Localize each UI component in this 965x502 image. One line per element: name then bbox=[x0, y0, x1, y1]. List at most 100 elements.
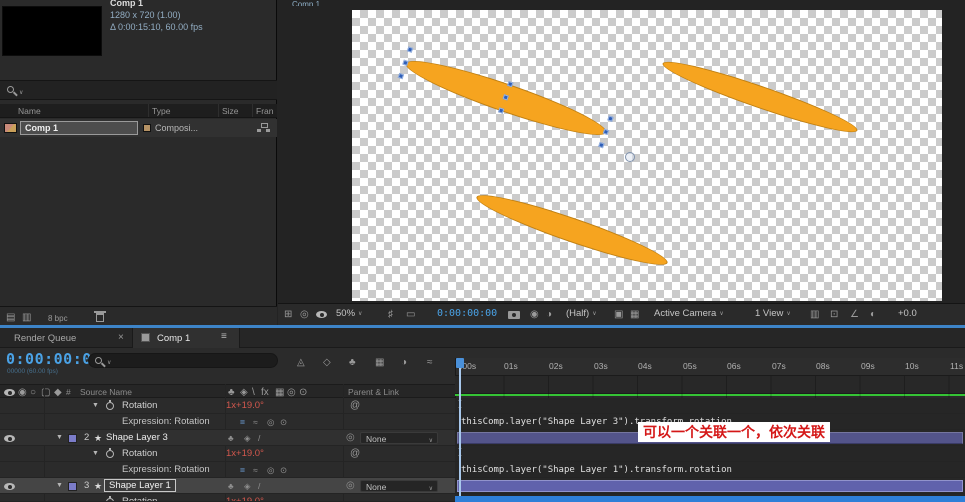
timeline-scrollbar[interactable] bbox=[455, 496, 965, 502]
twirl-icon[interactable]: ▼ bbox=[56, 430, 63, 446]
property-value[interactable]: 1x+19.0° bbox=[226, 398, 264, 414]
track-property-row[interactable]: I bbox=[455, 398, 965, 414]
current-time-indicator-handle[interactable] bbox=[456, 358, 464, 368]
viewer-tab[interactable]: Comp 1 bbox=[292, 0, 328, 6]
exposure-reset-icon[interactable]: ◐ bbox=[870, 310, 876, 320]
safe-zones-icon[interactable]: ♯ bbox=[388, 310, 393, 320]
parent-pickwhip-icon[interactable]: ◎ bbox=[346, 430, 355, 446]
track-layer-bar-row-selected[interactable] bbox=[455, 478, 965, 494]
fast-previews-icon[interactable]: ⊡ bbox=[830, 310, 838, 320]
orange-ellipse-right[interactable] bbox=[659, 53, 861, 141]
project-search-bar[interactable]: ∨ bbox=[0, 80, 277, 100]
guides-icon[interactable]: ▭ bbox=[406, 310, 415, 320]
column-parent-link[interactable]: Parent & Link bbox=[348, 385, 399, 399]
view-layout-select[interactable]: 1 View ∨ bbox=[755, 309, 791, 319]
layer-duration-bar-selected[interactable] bbox=[457, 480, 963, 492]
label-column-icon[interactable]: ◆ bbox=[54, 388, 62, 398]
quality-switch-icon[interactable]: / bbox=[258, 430, 260, 446]
graph-editor-icon[interactable]: ≈ bbox=[427, 358, 433, 368]
zoom-select[interactable]: 50% ∨ bbox=[336, 309, 362, 319]
shy-switch-icon[interactable]: ♣ bbox=[228, 430, 234, 446]
column-divider[interactable] bbox=[252, 104, 253, 117]
solo-column-icon[interactable]: ○ bbox=[30, 388, 36, 398]
expression-language-icon[interactable]: ⊙ bbox=[280, 462, 287, 478]
expression-pickwhip-icon[interactable]: ◎ bbox=[267, 462, 274, 478]
icon-view-icon[interactable]: ▥ bbox=[22, 313, 31, 323]
expression-pickwhip-icon[interactable]: ◎ bbox=[267, 414, 274, 430]
column-frame-rate[interactable]: Fran bbox=[256, 104, 273, 118]
current-time-indicator[interactable] bbox=[459, 358, 461, 502]
column-source-name[interactable]: Source Name bbox=[80, 385, 132, 399]
project-column-headers[interactable]: Name Type Size Fran bbox=[0, 104, 277, 118]
selection-handle[interactable] bbox=[407, 46, 413, 52]
eye-icon[interactable] bbox=[4, 483, 15, 490]
list-view-icon[interactable]: ▤ bbox=[6, 313, 15, 323]
column-type[interactable]: Type bbox=[152, 104, 170, 118]
stopwatch-icon[interactable] bbox=[106, 450, 114, 458]
frame-blend-icon[interactable]: ▦ bbox=[375, 358, 384, 368]
expression-row[interactable]: Expression: Rotation = ≈ ◎ ⊙ bbox=[0, 462, 455, 478]
twirl-icon[interactable]: ▼ bbox=[92, 446, 99, 462]
selection-handle[interactable] bbox=[498, 107, 504, 113]
transparency-grid-icon[interactable]: ▦ bbox=[630, 310, 639, 320]
shape-layer-1-selected-group[interactable] bbox=[401, 50, 611, 145]
expression-row[interactable]: Expression: Rotation = ≈ ◎ ⊙ bbox=[0, 414, 455, 430]
bit-depth-label[interactable]: 8 bpc bbox=[48, 314, 68, 323]
layer-row-shape-layer-3[interactable]: ▼ 2 ★ Shape Layer 3 ♣ ◈ / ◎ None ∨ bbox=[0, 430, 455, 446]
expression-graph-icon[interactable]: ≈ bbox=[253, 462, 258, 478]
selection-handle[interactable] bbox=[598, 142, 604, 148]
lock-column-icon[interactable]: ▢ bbox=[41, 388, 50, 398]
expression-graph-icon[interactable]: ≈ bbox=[253, 414, 258, 430]
expression-enable-icon[interactable]: = bbox=[240, 414, 245, 430]
parent-dropdown[interactable]: None ∨ bbox=[360, 480, 438, 492]
parent-pickwhip-icon[interactable]: ◎ bbox=[346, 478, 355, 494]
flowchart-icon[interactable] bbox=[257, 123, 270, 133]
camera-select[interactable]: Active Camera ∨ bbox=[654, 309, 724, 319]
column-divider[interactable] bbox=[218, 104, 219, 117]
column-divider[interactable] bbox=[148, 104, 149, 117]
track-expression-row[interactable]: thisComp.layer("Shape Layer 1").transfor… bbox=[455, 462, 965, 478]
composition-canvas[interactable] bbox=[352, 10, 942, 301]
region-of-interest-icon[interactable]: ▣ bbox=[614, 310, 623, 320]
timeline-button-icon[interactable]: ∠ bbox=[850, 310, 859, 320]
layer-name-selected[interactable]: Shape Layer 1 bbox=[104, 479, 176, 492]
project-item-name[interactable]: Comp 1 bbox=[20, 121, 138, 135]
trash-icon[interactable] bbox=[96, 313, 104, 322]
stopwatch-icon[interactable] bbox=[106, 402, 114, 410]
track-property-row[interactable]: I bbox=[455, 446, 965, 462]
anchor-point-indicator[interactable] bbox=[625, 152, 635, 162]
twirl-icon[interactable]: ▼ bbox=[92, 398, 99, 414]
menu-icon[interactable]: ≡ bbox=[221, 332, 227, 342]
collapse-switch-icon[interactable]: ◈ bbox=[244, 478, 251, 494]
layer-color-label[interactable] bbox=[68, 434, 77, 443]
view-options-eye-icon[interactable] bbox=[316, 311, 327, 318]
orange-ellipse-bottom[interactable] bbox=[473, 186, 672, 274]
column-size[interactable]: Size bbox=[222, 104, 239, 118]
motion-blur-icon[interactable]: ◑ bbox=[401, 358, 407, 368]
audio-column-icon[interactable]: ◉ bbox=[18, 388, 27, 398]
property-row-rotation[interactable]: ▼ Rotation 1x+19.0° @ bbox=[0, 398, 455, 414]
collapse-switch-icon[interactable]: ◈ bbox=[244, 430, 251, 446]
property-label[interactable]: Rotation bbox=[122, 398, 157, 414]
show-snapshot-icon[interactable]: ◉ bbox=[530, 310, 539, 320]
viewer-timecode[interactable]: 0:00:00:00 bbox=[437, 309, 497, 319]
mask-visibility-icon[interactable]: ◎ bbox=[300, 310, 309, 320]
pixel-aspect-icon[interactable]: ▥ bbox=[810, 310, 819, 320]
expression-text[interactable]: thisComp.layer("Shape Layer 1").transfor… bbox=[461, 465, 732, 475]
exposure-value[interactable]: +0.0 bbox=[898, 309, 917, 319]
property-row-rotation-partial[interactable]: Rotation 1x+19.0° bbox=[0, 494, 455, 502]
mini-flowchart-icon[interactable]: ◬ bbox=[297, 358, 305, 368]
selection-handle[interactable] bbox=[607, 115, 613, 121]
expression-enable-icon[interactable]: = bbox=[240, 462, 245, 478]
property-row-rotation[interactable]: ▼ Rotation 1x+19.0° @ bbox=[0, 446, 455, 462]
twirl-icon[interactable]: ▼ bbox=[56, 478, 63, 494]
quality-switch-icon[interactable]: / bbox=[258, 478, 260, 494]
layer-color-label[interactable] bbox=[68, 482, 77, 491]
current-timecode[interactable]: 0:00:00:00 bbox=[6, 350, 101, 368]
property-value[interactable]: 1x+19.0° bbox=[226, 446, 264, 462]
project-item-comp1[interactable]: Comp 1 Composi... bbox=[0, 119, 277, 137]
column-number[interactable]: # bbox=[66, 385, 71, 399]
layer-row-shape-layer-1-selected[interactable]: ▼ 3 ★ Shape Layer 1 ♣ ◈ / ◎ None ∨ bbox=[0, 478, 455, 494]
selection-handle[interactable] bbox=[603, 129, 609, 135]
time-ruler[interactable]: :00s 01s 02s 03s 04s 05s 06s 07s 08s 09s… bbox=[455, 358, 965, 376]
